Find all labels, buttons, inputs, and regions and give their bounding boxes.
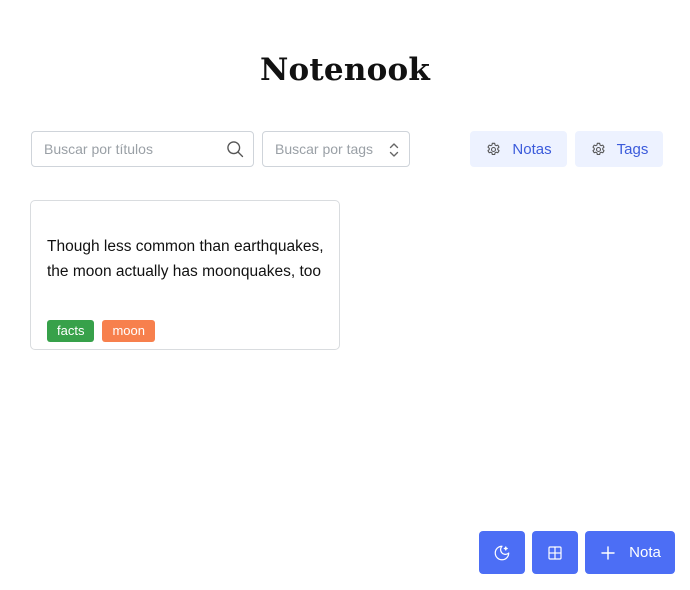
plus-icon (601, 545, 615, 560)
title-search-input[interactable] (44, 132, 214, 166)
note-text: Though less common than earthquakes, the… (47, 238, 324, 280)
gear-icon (592, 142, 605, 155)
notes-settings-label: Notas (512, 140, 552, 158)
app-title: Notenook (259, 52, 431, 88)
tag-search-placeholder: Buscar por tags (275, 141, 374, 157)
tag-badge-facts[interactable]: facts (47, 320, 95, 342)
tags-settings-button[interactable]: Tags (575, 131, 663, 167)
chevron-up-down-icon (389, 143, 399, 157)
gear-icon (487, 142, 500, 155)
tags-settings-label: Tags (616, 140, 649, 158)
notes-settings-button[interactable]: Notas (470, 131, 567, 167)
note-card[interactable]: Though less common than earthquakes, the… (30, 200, 340, 350)
note-tags: facts moon (47, 320, 155, 342)
add-note-button[interactable]: Nota (585, 531, 675, 574)
theme-toggle-button[interactable] (479, 531, 525, 574)
moon-stars-icon (494, 545, 510, 560)
search-icon[interactable] (225, 139, 245, 159)
add-note-label: Nota (629, 544, 661, 561)
title-search-field[interactable] (31, 131, 254, 167)
tag-badge-moon[interactable]: moon (102, 320, 155, 342)
tag-search-select[interactable]: Buscar por tags (262, 131, 410, 167)
layout-toggle-button[interactable] (532, 531, 578, 574)
grid-icon (548, 545, 562, 560)
